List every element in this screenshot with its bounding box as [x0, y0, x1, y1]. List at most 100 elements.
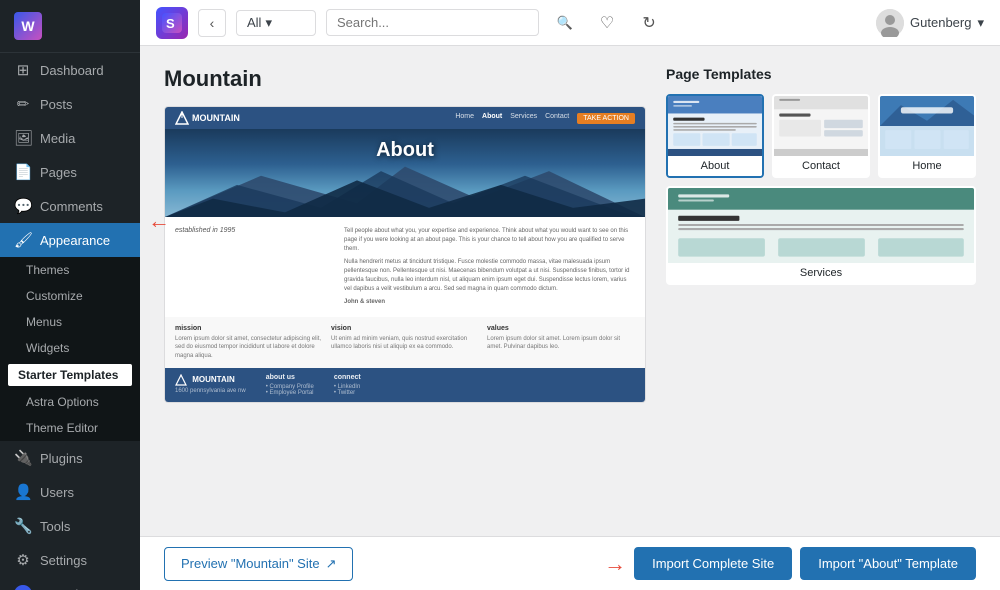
topbar-user-menu[interactable]: Gutenberg ▾ [876, 9, 984, 37]
template-card-home-img [880, 96, 974, 156]
footer-about-title: about us [266, 374, 314, 381]
tools-icon: 🔧 [14, 517, 32, 535]
gutenberg-label: Gutenberg [40, 587, 101, 590]
sidebar-item-widgets[interactable]: Widgets [0, 335, 140, 361]
template-grid-top: About [666, 94, 976, 178]
topbar-search-input[interactable] [326, 9, 539, 36]
sidebar-item-label: Plugins [40, 451, 83, 466]
sidebar-item-customize[interactable]: Customize [0, 283, 140, 309]
preview-nav: MOUNTAIN Home About Services Contact TAK… [165, 107, 645, 129]
comments-icon: 💬 [14, 197, 32, 215]
sidebar: W ⊞ Dashboard ✏ Posts 🖼 Media 📄 Pages 💬 … [0, 0, 140, 590]
template-grid-bottom: Services [666, 186, 976, 285]
nav-cta-button: TAKE ACTION [577, 113, 635, 124]
themes-label: Themes [26, 263, 69, 277]
plugins-icon: 🔌 [14, 449, 32, 467]
topbar-filter-dropdown[interactable]: All ▾ [236, 10, 316, 36]
footer-connect-title: connect [334, 374, 361, 381]
topbar-back-button[interactable]: ‹ [198, 9, 226, 37]
menus-label: Menus [26, 315, 62, 329]
mission-text: Lorem ipsum dolor sit amet, consectetur … [175, 335, 323, 360]
sidebar-item-appearance[interactable]: 🖌 Appearance [0, 223, 140, 257]
template-card-contact-img [774, 96, 868, 156]
pages-icon: 📄 [14, 163, 32, 181]
media-icon: 🖼 [14, 129, 32, 147]
template-contact-label: Contact [774, 156, 868, 176]
sidebar-brand-icon: W [14, 12, 42, 40]
preview-left-col: established in 1995 [175, 227, 336, 307]
template-services-label: Services [668, 263, 974, 283]
template-card-services[interactable]: Services [666, 186, 976, 285]
customize-label: Customize [26, 289, 83, 303]
preview-sign-off: John & steven [344, 298, 635, 307]
sidebar-item-media[interactable]: 🖼 Media [0, 121, 140, 155]
footer-connect-col: connect • LinkedIn • Twitter [334, 374, 361, 396]
vision-text: Ut enim ad minim veniam, quis nostrud ex… [331, 335, 479, 352]
values-text: Lorem ipsum dolor sit amet. Lorem ipsum … [487, 335, 635, 352]
template-card-home[interactable]: Home [878, 94, 976, 178]
topbar-brand-logo: S [156, 7, 188, 39]
refresh-icon: ↻ [642, 13, 655, 33]
footer-connect-link-2: • Twitter [334, 390, 361, 396]
template-card-about[interactable]: About [666, 94, 764, 178]
sidebar-item-comments[interactable]: 💬 Comments [0, 189, 140, 223]
preview-label: Preview "Mountain" Site [181, 556, 320, 571]
sidebar-logo: W [0, 0, 140, 53]
search-icon: 🔍 [557, 15, 573, 31]
hero-text: About [376, 139, 434, 162]
topbar-refresh-button[interactable]: ↻ [633, 7, 665, 39]
main-content: Mountain MOUNTAIN Home About Services Co… [140, 46, 1000, 590]
sidebar-item-dashboard[interactable]: ⊞ Dashboard [0, 53, 140, 87]
preview-values-col: values Lorem ipsum dolor sit amet. Lorem… [487, 325, 635, 360]
user-chevron-icon: ▾ [977, 15, 984, 31]
sidebar-item-theme-editor[interactable]: Theme Editor [0, 415, 140, 441]
sidebar-item-label: Dashboard [40, 63, 104, 78]
preview-nav-logo: MOUNTAIN [175, 111, 240, 125]
preview-content: established in 1995 Tell people about wh… [165, 217, 645, 317]
sidebar-item-tools[interactable]: 🔧 Tools [0, 509, 140, 543]
preview-site-button[interactable]: Preview "Mountain" Site ↗ [164, 547, 353, 581]
sidebar-item-plugins[interactable]: 🔌 Plugins [0, 441, 140, 475]
posts-icon: ✏ [14, 95, 32, 113]
sidebar-item-label: Tools [40, 519, 70, 534]
template-card-contact[interactable]: Contact [772, 94, 870, 178]
sidebar-item-gutenberg[interactable]: G Gutenberg [0, 577, 140, 590]
page-title: Mountain [164, 66, 646, 92]
preview-vision-col: vision Ut enim ad minim veniam, quis nos… [331, 325, 479, 360]
sidebar-item-themes[interactable]: Themes [0, 257, 140, 283]
preview-footer: MOUNTAIN 1600 pennsylvania ave nw about … [165, 368, 645, 402]
back-icon: ‹ [210, 15, 215, 31]
nav-link-home: Home [455, 113, 474, 124]
settings-icon: ⚙ [14, 551, 32, 569]
preview-body-text-2: Nulla hendrerit metus at tincidunt trist… [344, 258, 635, 294]
bottom-right-buttons: → Import Complete Site Import "About" Te… [604, 547, 976, 580]
bottombar: Preview "Mountain" Site ↗ → Import Compl… [140, 536, 1000, 590]
theme-editor-label: Theme Editor [26, 421, 98, 435]
import-complete-site-button[interactable]: Import Complete Site [634, 547, 792, 580]
astra-options-label: Astra Options [26, 395, 99, 409]
footer-about-col: about us • Company Profile • Employee Po… [266, 374, 314, 396]
footer-logo-col: MOUNTAIN 1600 pennsylvania ave nw [175, 374, 246, 396]
sidebar-item-pages[interactable]: 📄 Pages [0, 155, 140, 189]
template-card-services-img [668, 188, 974, 263]
topbar: S ‹ All ▾ 🔍 ♡ ↻ Gutenberg ▾ [140, 0, 1000, 46]
sidebar-item-label: Posts [40, 97, 73, 112]
sidebar-item-users[interactable]: 👤 Users [0, 475, 140, 509]
sidebar-item-posts[interactable]: ✏ Posts [0, 87, 140, 121]
preview-nav-links: Home About Services Contact TAKE ACTION [455, 113, 635, 124]
sidebar-item-starter-templates[interactable]: Starter Templates [8, 364, 132, 386]
mountain-svg [165, 162, 645, 217]
sidebar-item-label: Appearance [40, 233, 110, 248]
sidebar-item-menus[interactable]: Menus [0, 309, 140, 335]
sidebar-item-settings[interactable]: ⚙ Settings [0, 543, 140, 577]
footer-logo: MOUNTAIN [175, 374, 246, 386]
preview-right-col: Tell people about what you, your experti… [344, 227, 635, 307]
nav-link-about: About [482, 113, 502, 124]
preview-mission-col: mission Lorem ipsum dolor sit amet, cons… [175, 325, 323, 360]
sidebar-item-astra-options[interactable]: Astra Options [0, 389, 140, 415]
topbar-favorites-button[interactable]: ♡ [591, 7, 623, 39]
import-template-button[interactable]: Import "About" Template [800, 547, 976, 580]
topbar-search-button[interactable]: 🔍 [549, 7, 581, 39]
footer-address: 1600 pennsylvania ave nw [175, 388, 246, 394]
import-template-label: Import "About" Template [818, 556, 958, 571]
